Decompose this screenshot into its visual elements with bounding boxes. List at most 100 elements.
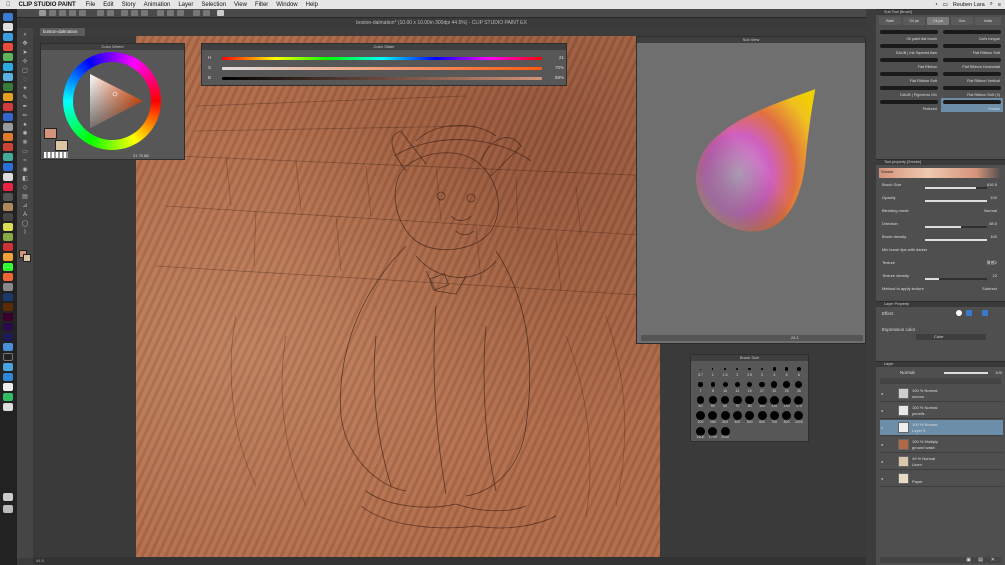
brightness-slider-value[interactable]: 88% (555, 75, 564, 80)
eye-icon[interactable]: ● (881, 476, 886, 481)
saturation-slider[interactable]: S 70% (208, 65, 564, 71)
numbers-icon[interactable] (3, 393, 13, 401)
menu-layer[interactable]: Layer (178, 2, 193, 8)
hue-ring[interactable] (63, 52, 161, 150)
search-icon[interactable]: ⌕ (990, 1, 993, 8)
text-tool-icon[interactable]: A (21, 212, 29, 219)
tool-property-row[interactable]: Opacity 100 (880, 195, 1001, 203)
tool-property-value[interactable]: 816.5 (987, 182, 997, 187)
brush-item[interactable]: Flat Ribbon Soft (3) (941, 84, 1003, 98)
open-file-icon[interactable] (49, 10, 56, 16)
battery-icon[interactable]: ▭ (943, 2, 948, 8)
menu-animation[interactable]: Animation (144, 2, 171, 8)
ruler-tool-icon[interactable]: ⊿ (21, 203, 29, 210)
brush-size-option[interactable]: 50 (707, 396, 718, 408)
effect-tone-icon[interactable] (982, 310, 988, 316)
wifi-icon[interactable]: ◔ (934, 2, 937, 8)
books-icon[interactable] (3, 243, 13, 251)
tool-property-row[interactable]: Brush Size 816.5 (880, 182, 1001, 190)
premiere-icon[interactable] (3, 323, 13, 331)
brush-size-option[interactable]: 10 (720, 381, 731, 393)
brush-size-option[interactable]: 150 (781, 395, 792, 408)
brightness-track[interactable] (222, 77, 542, 80)
activity-icon[interactable] (3, 353, 13, 361)
photos-icon[interactable] (3, 133, 13, 141)
new-layer-icon[interactable]: ▣ (966, 557, 971, 563)
brush-item[interactable]: Cat's tongue (941, 28, 1003, 42)
zoom-tool-icon[interactable]: ⌕ (21, 32, 29, 39)
camera-icon[interactable] (3, 213, 13, 221)
tab-watercolor[interactable]: Wate (879, 17, 901, 25)
menu-story[interactable]: Story (122, 2, 136, 8)
layer-opacity-slider[interactable] (944, 372, 988, 374)
tool-property-row[interactable]: Texture density 22 (880, 273, 1001, 281)
illustrator-icon[interactable] (3, 303, 13, 311)
pencil-tool-icon[interactable]: ✏ (21, 113, 29, 120)
terminal-icon[interactable] (3, 193, 13, 201)
eye-icon[interactable]: ● (881, 425, 886, 430)
sub-view-zoom[interactable]: 24.1 (791, 335, 799, 340)
lasso-tool-icon[interactable]: ◌ (21, 77, 29, 84)
brush-size-option[interactable]: 4 (769, 365, 780, 377)
finder-icon[interactable] (3, 13, 13, 21)
notes-icon[interactable] (3, 93, 13, 101)
clip-studio-icon[interactable] (3, 203, 13, 211)
airbrush-tool-icon[interactable]: ✺ (21, 131, 29, 138)
brush-size-option[interactable]: 8 (707, 381, 718, 393)
eye-icon[interactable]: ● (881, 459, 886, 464)
drawing-canvas[interactable] (136, 36, 660, 558)
trash-icon[interactable] (3, 505, 13, 513)
whatsapp-icon[interactable] (3, 83, 13, 91)
brush-size-option[interactable]: 40 (695, 396, 706, 408)
decoration-tool-icon[interactable]: ❋ (21, 140, 29, 147)
eye-icon[interactable]: ● (881, 391, 886, 396)
deselect-icon[interactable] (121, 10, 128, 16)
brush-size-option[interactable]: 100 (757, 395, 768, 408)
brush-size-option[interactable]: 800 (781, 411, 792, 424)
brightness-slider[interactable]: B 88% (208, 75, 564, 81)
menu-file[interactable]: File (86, 2, 96, 8)
brush-size-option[interactable]: 0.7 (695, 365, 706, 377)
select-all-icon[interactable] (131, 10, 138, 16)
preview-icon[interactable] (3, 283, 13, 291)
sub-color-chip[interactable] (55, 140, 68, 151)
brush-size-option[interactable]: 250 (707, 411, 718, 424)
effect-border-icon[interactable] (966, 310, 972, 316)
tool-property-row[interactable]: Brush density 100 (880, 234, 1001, 242)
messages-icon[interactable] (3, 53, 13, 61)
photoshop-icon[interactable] (3, 293, 13, 301)
brush-size-option[interactable]: 400 (732, 411, 743, 424)
saturation-triangle[interactable] (63, 52, 161, 150)
menu-selection[interactable]: Selection (201, 2, 226, 8)
eye-icon[interactable]: ● (881, 408, 886, 413)
music-icon[interactable] (3, 143, 13, 151)
after-effects-icon[interactable] (3, 333, 13, 341)
tool-property-slider[interactable] (925, 278, 987, 280)
tool-property-value[interactable]: Subtract (982, 286, 997, 291)
gradient-tool-icon[interactable]: ◧ (21, 176, 29, 183)
layer-row[interactable]: ● 100 % Normal source (880, 386, 1003, 402)
new-folder-icon[interactable]: ▤ (978, 557, 983, 563)
brush-item[interactable]: Flat Ribbon Vertical (941, 70, 1003, 84)
menu-filter[interactable]: Filter (255, 2, 268, 8)
brush-size-option[interactable]: 80 (744, 395, 755, 408)
blend-tool-icon[interactable]: ≈ (21, 158, 29, 165)
brush-size-option[interactable]: 1700 (707, 426, 718, 439)
fill-tool-icon[interactable]: ◉ (21, 167, 29, 174)
brush-item[interactable]: Flat Ribbon (878, 56, 940, 70)
layer-row[interactable]: ● 49 % Normal Linen (880, 454, 1003, 470)
help-icon[interactable] (217, 10, 224, 16)
save-icon[interactable] (59, 10, 66, 16)
tool-property-slider[interactable] (925, 226, 987, 228)
move-layer-tool-icon[interactable]: ✢ (21, 59, 29, 66)
app-store-icon[interactable] (3, 113, 13, 121)
apple-icon[interactable]:  (6, 2, 11, 8)
eyedropper-tool-icon[interactable]: ✎ (21, 95, 29, 102)
layer-row[interactable]: ● 100 % Normal Layer 3 (880, 420, 1003, 436)
tool-property-row[interactable]: Blending mode Normal (880, 208, 1001, 216)
brush-size-option[interactable]: 1000 (793, 411, 804, 424)
pen-tool-icon[interactable]: ✒ (21, 104, 29, 111)
pages-icon[interactable] (3, 253, 13, 261)
brush-size-option[interactable]: 200 (695, 411, 706, 424)
brush-size-option[interactable]: 5 (781, 365, 792, 377)
